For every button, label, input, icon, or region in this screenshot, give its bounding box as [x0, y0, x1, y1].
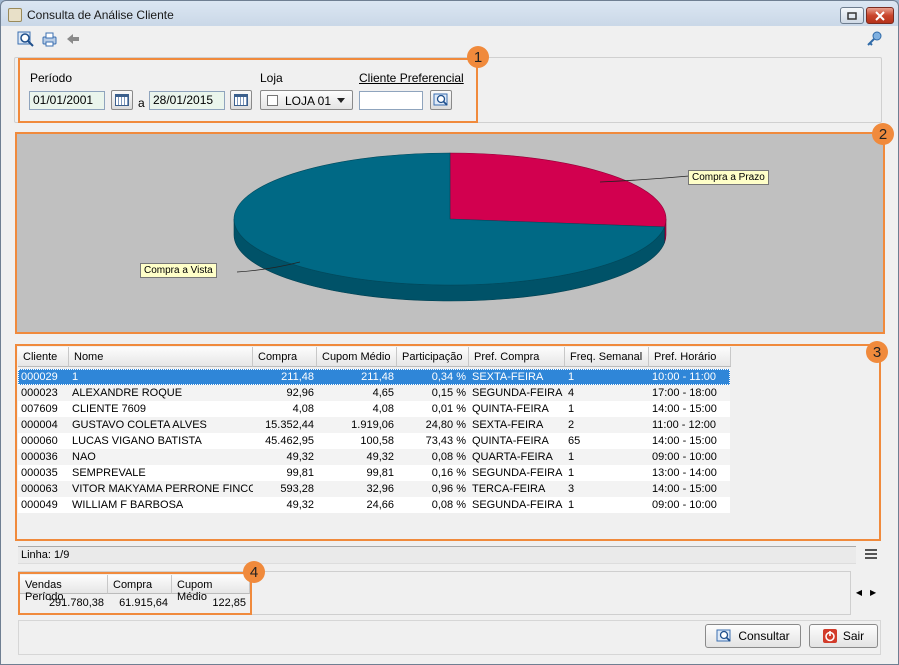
status-bar: Linha: 1/9: [18, 546, 856, 564]
maximize-button[interactable]: [840, 7, 864, 24]
highlight-box-1: [18, 58, 478, 123]
exit-button-label: Sair: [842, 629, 865, 643]
exit-button[interactable]: Sair: [809, 624, 878, 648]
close-icon: [875, 10, 885, 21]
badge-2: 2: [872, 123, 894, 145]
window-title: Consulta de Análise Cliente: [27, 8, 174, 22]
print-icon[interactable]: [40, 31, 58, 47]
highlight-box-2: [15, 132, 885, 334]
badge-3: 3: [866, 341, 888, 363]
menu-lines-icon[interactable]: [864, 548, 878, 560]
scroll-left-icon[interactable]: ◀: [856, 588, 862, 597]
consult-button-label: Consultar: [738, 629, 790, 643]
highlight-box-3: [15, 344, 881, 541]
row-indicator: Linha: 1/9: [21, 549, 70, 561]
power-icon: [822, 629, 837, 643]
key-icon[interactable]: [865, 31, 883, 47]
consult-button[interactable]: Consultar: [705, 624, 801, 648]
scroll-right-icon[interactable]: ▶: [870, 588, 876, 597]
maximize-icon: [847, 11, 857, 20]
scroll-arrows[interactable]: ◀ ▶: [852, 583, 880, 601]
app-icon: [8, 8, 22, 22]
highlight-box-4: [18, 572, 252, 615]
close-button[interactable]: [866, 7, 894, 24]
badge-1: 1: [467, 46, 489, 68]
badge-4: 4: [243, 561, 265, 583]
back-arrow-icon[interactable]: [64, 31, 82, 47]
search-icon: [716, 629, 731, 642]
title-bar: Consulta de Análise Cliente: [1, 1, 898, 29]
search-toolbar-icon[interactable]: [16, 31, 34, 47]
